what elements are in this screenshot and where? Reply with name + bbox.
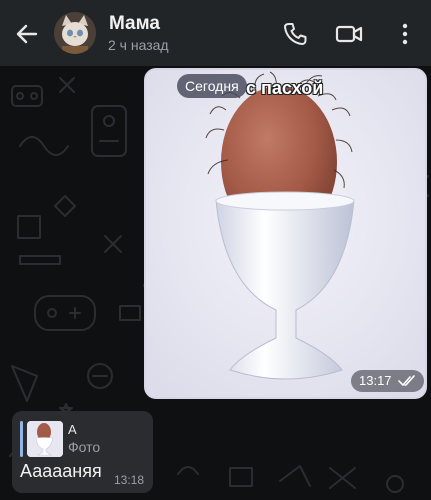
more-vertical-icon: [402, 23, 408, 45]
last-seen-status: 2 ч назад: [108, 37, 169, 53]
cat-avatar-image: [54, 12, 96, 54]
photo-time-text: 13:17: [359, 373, 392, 388]
arrow-left-icon: [16, 24, 38, 44]
incoming-message[interactable]: А Фото Аааааняя 13:18: [12, 411, 153, 493]
reply-thumb-image: [27, 421, 63, 457]
outgoing-photo-message[interactable]: [146, 70, 425, 397]
double-check-icon: [397, 375, 415, 386]
reply-author: А: [68, 422, 77, 437]
chat-header: Мама 2 ч назад: [0, 0, 431, 66]
message-time: 13:18: [114, 473, 145, 487]
avatar[interactable]: [54, 12, 96, 54]
phone-icon: [284, 23, 307, 45]
photo-timestamp: 13:17: [351, 370, 424, 392]
more-options-button[interactable]: [390, 19, 420, 49]
reply-type: Фото: [68, 439, 101, 455]
back-button[interactable]: [12, 19, 42, 49]
reply-photo-thumbnail[interactable]: [27, 421, 63, 457]
video-call-button[interactable]: [334, 19, 364, 49]
reply-accent-bar: [20, 421, 23, 457]
easter-egg-photo: [146, 70, 425, 397]
message-text: Аааааняя: [20, 461, 102, 481]
video-camera-icon: [335, 25, 363, 43]
contact-name[interactable]: Мама: [109, 13, 160, 35]
image-caption-text: с пасхой: [246, 78, 324, 98]
date-separator: Сегодня: [177, 74, 247, 98]
call-button[interactable]: [280, 19, 310, 49]
